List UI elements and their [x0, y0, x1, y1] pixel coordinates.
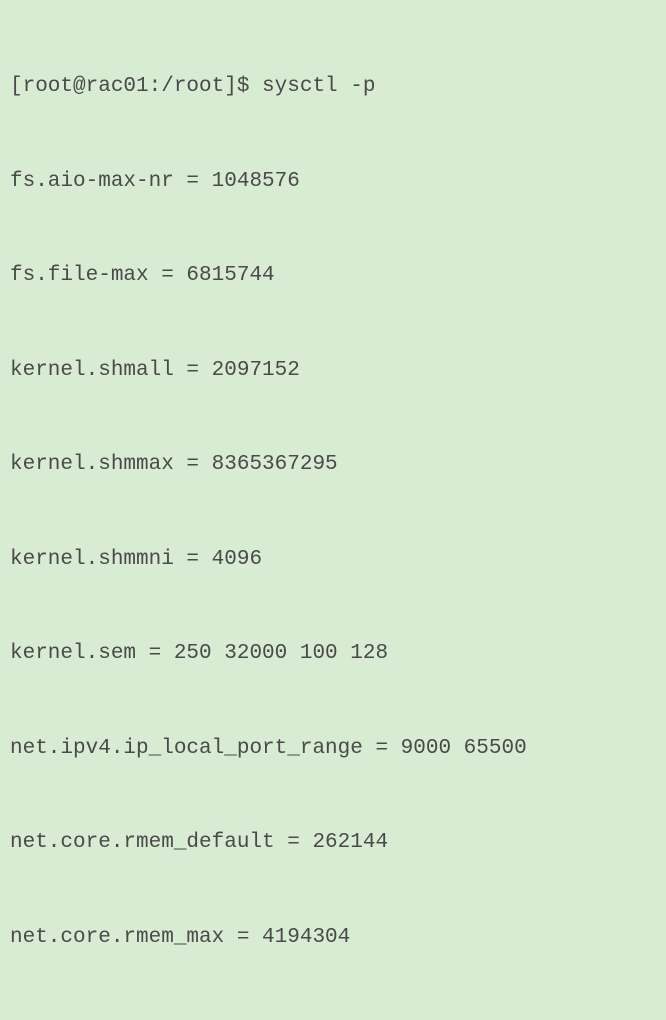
sysctl-output-line: net.ipv4.ip_local_port_range = 9000 6550…	[10, 733, 656, 765]
sysctl-output-line: net.core.rmem_max = 4194304	[10, 922, 656, 954]
sysctl-output-line: kernel.shmall = 2097152	[10, 355, 656, 387]
sysctl-output-line: kernel.shmmax = 8365367295	[10, 449, 656, 481]
sysctl-output-line: kernel.sem = 250 32000 100 128	[10, 638, 656, 670]
shell-prompt: [root@rac01:/root]$	[10, 75, 262, 98]
terminal-output: [root@rac01:/root]$ sysctl -p fs.aio-max…	[10, 8, 656, 1020]
sysctl-output-line: net.core.wmem_default = 262144	[10, 1016, 656, 1020]
sysctl-output-line: fs.file-max = 6815744	[10, 260, 656, 292]
sysctl-output-line: fs.aio-max-nr = 1048576	[10, 166, 656, 198]
sysctl-output-line: net.core.rmem_default = 262144	[10, 827, 656, 859]
command-line: [root@rac01:/root]$ sysctl -p	[10, 71, 656, 103]
command-text: sysctl -p	[262, 75, 375, 98]
sysctl-output-line: kernel.shmmni = 4096	[10, 544, 656, 576]
